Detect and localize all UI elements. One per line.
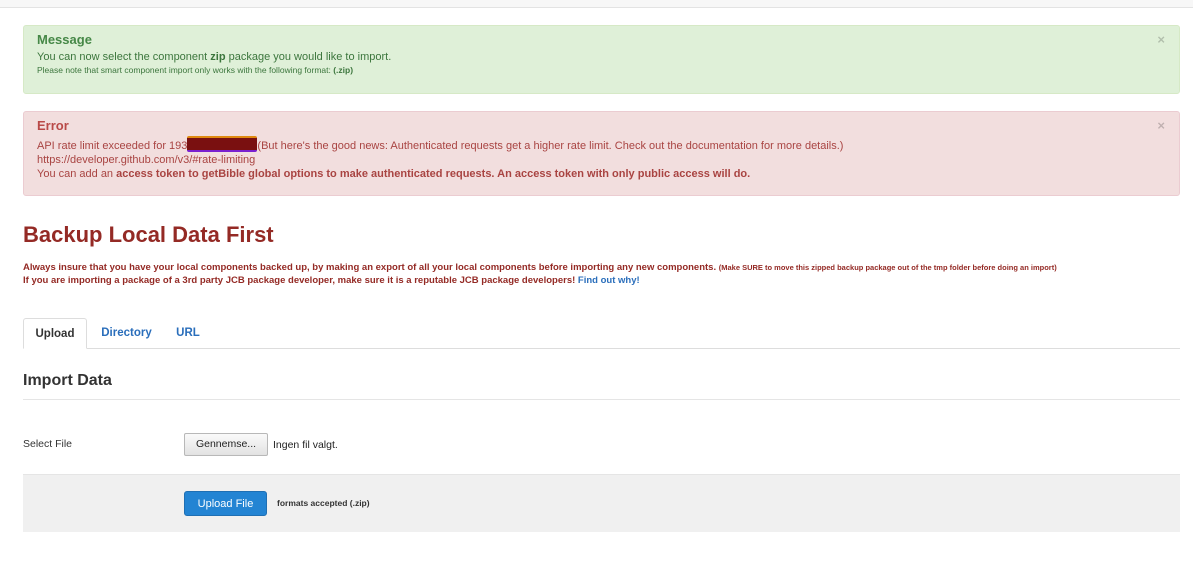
error-line-3: You can add an access token to getBible …: [37, 168, 751, 180]
upload-file-button[interactable]: Upload File: [184, 491, 267, 516]
error-title: Error: [37, 118, 69, 133]
close-error-icon[interactable]: ×: [1157, 118, 1165, 133]
close-message-icon[interactable]: ×: [1157, 32, 1165, 47]
backup-warning: Always insure that you have your local c…: [23, 262, 1057, 286]
message-line-1: You can now select the component zip pac…: [37, 51, 392, 63]
error-line-2: https://developer.github.com/v3/#rate-li…: [37, 154, 256, 166]
redaction-mark: [187, 136, 258, 152]
find-out-why-link[interactable]: Find out why!: [578, 275, 640, 286]
no-file-text: Ingen fil valgt.: [273, 439, 338, 451]
import-tabs: Upload Directory URL: [23, 318, 1180, 349]
tab-directory[interactable]: Directory: [95, 318, 158, 348]
tab-upload[interactable]: Upload: [23, 318, 87, 349]
error-line-1: API rate limit exceeded for 193 (But here…: [37, 136, 1166, 153]
message-title: Message: [37, 32, 92, 47]
import-title: Import Data: [23, 372, 112, 389]
browse-button[interactable]: Gennemse...: [184, 433, 268, 456]
backup-title: Backup Local Data First: [23, 222, 274, 247]
message-line-2: Please note that smart component import …: [37, 65, 354, 75]
top-bar: [0, 0, 1193, 8]
error-alert: × Error API rate limit exceeded for 193(…: [23, 111, 1180, 196]
divider: [23, 399, 1180, 400]
message-alert: × Message You can now select the compone…: [23, 25, 1180, 94]
tab-url[interactable]: URL: [168, 318, 208, 348]
select-file-label: Select File: [23, 438, 73, 450]
form-actions: Upload File formats accepted (.zip): [23, 474, 1180, 532]
formats-accepted-text: formats accepted (.zip): [277, 498, 370, 508]
